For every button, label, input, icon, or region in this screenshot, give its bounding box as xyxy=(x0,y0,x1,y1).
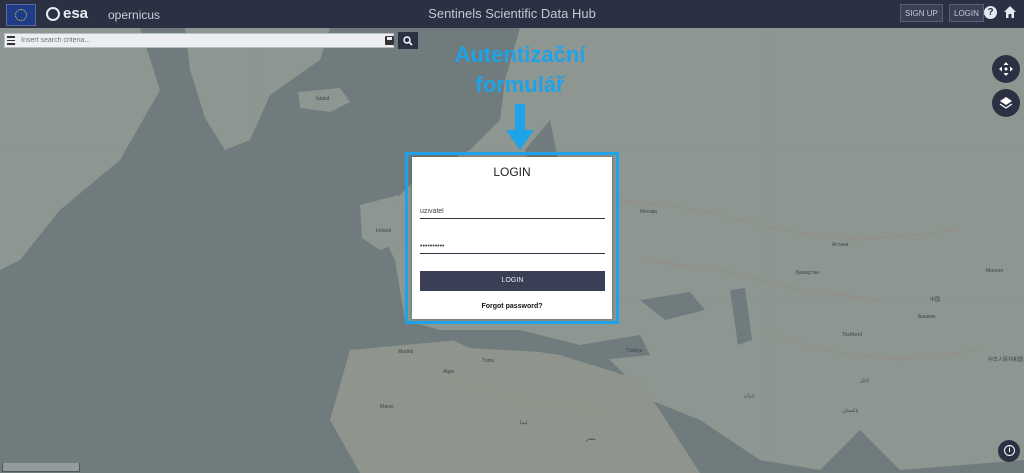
top-navigation-bar: esa opernicus Sentinels Scientific Data … xyxy=(0,0,1024,28)
info-icon: i xyxy=(1004,445,1015,456)
map-label-turkey: Türkiye xyxy=(626,348,643,354)
map-label-kabul: کابل xyxy=(860,378,870,384)
annotation-text: Autentizační formulář xyxy=(420,40,620,100)
map-label-iceland: Ísland xyxy=(316,96,330,102)
map-label-iran: ایران xyxy=(744,393,755,399)
help-icon[interactable]: ? xyxy=(984,6,997,19)
info-button[interactable]: i xyxy=(998,440,1020,462)
map-label-kazakhstan: Қазақстан xyxy=(796,270,820,276)
password-field[interactable] xyxy=(420,239,605,254)
move-arrows-icon xyxy=(999,62,1013,76)
map-scale-bar xyxy=(2,463,80,472)
pan-button[interactable] xyxy=(992,55,1020,83)
map-label-moscow: Москва xyxy=(640,209,658,215)
layers-button[interactable] xyxy=(992,89,1020,117)
header-login-button[interactable]: LOGIN xyxy=(949,4,984,22)
map-label-tunis: Tunis xyxy=(482,358,495,364)
map-label-algeria: Alger xyxy=(443,369,455,375)
map-label-bishkek: Бишкек xyxy=(918,314,936,320)
save-icon[interactable] xyxy=(385,36,394,45)
map-label-pakistan: پاکستان xyxy=(842,408,859,414)
search-input[interactable] xyxy=(21,35,371,46)
search-icon xyxy=(403,36,413,46)
annotation-line-1: Autentizační xyxy=(454,42,586,67)
layers-icon xyxy=(999,97,1013,109)
map-label-ireland: Ireland xyxy=(376,228,392,234)
login-title: LOGIN xyxy=(493,165,531,179)
username-field[interactable] xyxy=(420,204,605,219)
menu-icon[interactable] xyxy=(7,36,15,45)
home-icon[interactable] xyxy=(1003,5,1017,19)
map-label-china: 中国 xyxy=(930,297,941,303)
map-label-madrid: Madrid xyxy=(398,349,414,355)
annotation-line-2: formulář xyxy=(475,72,565,97)
map-label-egypt: مصر xyxy=(586,436,596,442)
map-label-maroc: Maroc xyxy=(380,404,394,410)
map-label-libya: ليبيا xyxy=(520,420,528,426)
search-bar xyxy=(4,33,394,48)
login-form: LOGIN LOGIN Forgot password? xyxy=(412,157,612,319)
annotation-arrow-icon xyxy=(506,104,534,150)
forgot-password-link[interactable]: Forgot password? xyxy=(412,303,612,310)
map-label-mongolia: Монгол xyxy=(986,268,1004,274)
map-label-beijing: 中华人民共和国 xyxy=(988,357,1024,363)
signup-button[interactable]: SIGN UP xyxy=(900,4,943,22)
search-button[interactable] xyxy=(398,32,418,49)
map-label-astana: Астана xyxy=(832,242,849,248)
login-submit-button[interactable]: LOGIN xyxy=(420,271,605,291)
app-title: Sentinels Scientific Data Hub xyxy=(428,6,596,21)
map-label-tashkent: Toshkent xyxy=(842,332,863,338)
